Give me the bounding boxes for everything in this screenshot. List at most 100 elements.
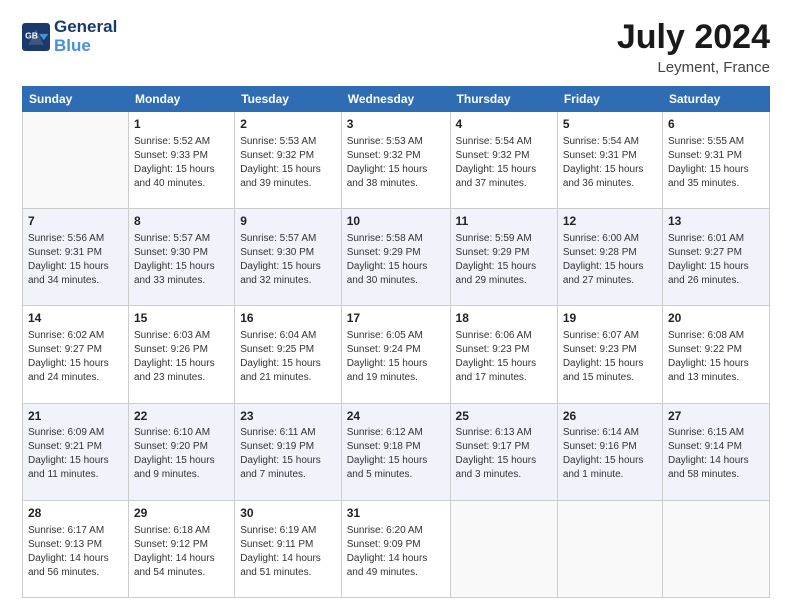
- weekday-header-tuesday: Tuesday: [235, 87, 342, 112]
- day-info: Sunrise: 5:56 AM Sunset: 9:31 PM Dayligh…: [28, 232, 123, 288]
- calendar-cell: 26Sunrise: 6:14 AM Sunset: 9:16 PM Dayli…: [557, 403, 662, 500]
- header: GB General Blue July 2024 Leyment, Franc…: [22, 18, 770, 76]
- calendar-cell: [662, 500, 769, 597]
- day-info: Sunrise: 6:06 AM Sunset: 9:23 PM Dayligh…: [456, 329, 552, 385]
- day-info: Sunrise: 6:05 AM Sunset: 9:24 PM Dayligh…: [347, 329, 445, 385]
- day-info: Sunrise: 5:52 AM Sunset: 9:33 PM Dayligh…: [134, 135, 229, 191]
- calendar-cell: 3 Sunrise: 5:53 AM Sunset: 9:32 PM Daylig…: [341, 112, 450, 209]
- day-info: Sunrise: 6:01 AM Sunset: 9:27 PM Dayligh…: [668, 232, 764, 288]
- day-number: 23: [240, 408, 336, 425]
- weekday-header-row: SundayMondayTuesdayWednesdayThursdayFrid…: [23, 87, 770, 112]
- calendar-cell: 23Sunrise: 6:11 AM Sunset: 9:19 PM Dayli…: [235, 403, 342, 500]
- day-number: 6: [668, 116, 764, 133]
- day-info: Sunrise: 5:57 AM Sunset: 9:30 PM Dayligh…: [240, 232, 336, 288]
- day-info: Sunrise: 6:07 AM Sunset: 9:23 PM Dayligh…: [563, 329, 657, 385]
- day-number: 26: [563, 408, 657, 425]
- day-number: 20: [668, 310, 764, 327]
- weekday-header-sunday: Sunday: [23, 87, 129, 112]
- calendar-cell: 31 Sunrise: 6:20 AM Sunset: 9:09 PM Dayli…: [341, 500, 450, 597]
- week-row-3: 14Sunrise: 6:02 AM Sunset: 9:27 PM Dayli…: [23, 306, 770, 403]
- calendar-cell: 20 Sunrise: 6:08 AM Sunset: 9:22 PM Dayli…: [662, 306, 769, 403]
- day-info: Sunrise: 6:19 AM Sunset: 9:11 PM Dayligh…: [240, 524, 336, 580]
- calendar-cell: 10Sunrise: 5:58 AM Sunset: 9:29 PM Dayli…: [341, 209, 450, 306]
- day-number: 24: [347, 408, 445, 425]
- day-number: 11: [456, 213, 552, 230]
- day-number: 13: [668, 213, 764, 230]
- day-number: 19: [563, 310, 657, 327]
- calendar-cell: 11 Sunrise: 5:59 AM Sunset: 9:29 PM Dayli…: [450, 209, 557, 306]
- day-info: Sunrise: 5:55 AM Sunset: 9:31 PM Dayligh…: [668, 135, 764, 191]
- logo: GB General Blue: [22, 18, 117, 55]
- calendar-cell: 2 Sunrise: 5:53 AM Sunset: 9:32 PM Daylig…: [235, 112, 342, 209]
- day-info: Sunrise: 5:53 AM Sunset: 9:32 PM Dayligh…: [347, 135, 445, 191]
- day-number: 1: [134, 116, 229, 133]
- day-number: 16: [240, 310, 336, 327]
- calendar-body: 1 Sunrise: 5:52 AM Sunset: 9:33 PM Daylig…: [23, 112, 770, 598]
- calendar-cell: 27Sunrise: 6:15 AM Sunset: 9:14 PM Dayli…: [662, 403, 769, 500]
- weekday-header-friday: Friday: [557, 87, 662, 112]
- week-row-2: 7 Sunrise: 5:56 AM Sunset: 9:31 PM Daylig…: [23, 209, 770, 306]
- day-info: Sunrise: 5:59 AM Sunset: 9:29 PM Dayligh…: [456, 232, 552, 288]
- calendar-cell: 4 Sunrise: 5:54 AM Sunset: 9:32 PM Daylig…: [450, 112, 557, 209]
- day-info: Sunrise: 6:02 AM Sunset: 9:27 PM Dayligh…: [28, 329, 123, 385]
- calendar-cell: 21Sunrise: 6:09 AM Sunset: 9:21 PM Dayli…: [23, 403, 129, 500]
- day-number: 29: [134, 505, 229, 522]
- week-row-5: 28Sunrise: 6:17 AM Sunset: 9:13 PM Dayli…: [23, 500, 770, 597]
- calendar-cell: [450, 500, 557, 597]
- day-number: 12: [563, 213, 657, 230]
- calendar-cell: 14Sunrise: 6:02 AM Sunset: 9:27 PM Dayli…: [23, 306, 129, 403]
- day-number: 7: [28, 213, 123, 230]
- day-number: 22: [134, 408, 229, 425]
- day-info: Sunrise: 5:53 AM Sunset: 9:32 PM Dayligh…: [240, 135, 336, 191]
- calendar-cell: 1 Sunrise: 5:52 AM Sunset: 9:33 PM Daylig…: [128, 112, 234, 209]
- week-row-4: 21Sunrise: 6:09 AM Sunset: 9:21 PM Dayli…: [23, 403, 770, 500]
- day-number: 31: [347, 505, 445, 522]
- day-number: 8: [134, 213, 229, 230]
- day-number: 27: [668, 408, 764, 425]
- calendar: SundayMondayTuesdayWednesdayThursdayFrid…: [22, 86, 770, 598]
- title-block: July 2024 Leyment, France: [617, 18, 770, 76]
- day-info: Sunrise: 6:15 AM Sunset: 9:14 PM Dayligh…: [668, 426, 764, 482]
- day-number: 3: [347, 116, 445, 133]
- calendar-cell: 29 Sunrise: 6:18 AM Sunset: 9:12 PM Dayli…: [128, 500, 234, 597]
- calendar-cell: 6 Sunrise: 5:55 AM Sunset: 9:31 PM Daylig…: [662, 112, 769, 209]
- day-number: 4: [456, 116, 552, 133]
- day-number: 21: [28, 408, 123, 425]
- calendar-cell: 24Sunrise: 6:12 AM Sunset: 9:18 PM Dayli…: [341, 403, 450, 500]
- day-info: Sunrise: 6:10 AM Sunset: 9:20 PM Dayligh…: [134, 426, 229, 482]
- day-info: Sunrise: 6:09 AM Sunset: 9:21 PM Dayligh…: [28, 426, 123, 482]
- calendar-cell: 18 Sunrise: 6:06 AM Sunset: 9:23 PM Dayli…: [450, 306, 557, 403]
- day-info: Sunrise: 6:17 AM Sunset: 9:13 PM Dayligh…: [28, 524, 123, 580]
- calendar-cell: 12 Sunrise: 6:00 AM Sunset: 9:28 PM Dayli…: [557, 209, 662, 306]
- day-info: Sunrise: 6:18 AM Sunset: 9:12 PM Dayligh…: [134, 524, 229, 580]
- day-number: 9: [240, 213, 336, 230]
- day-info: Sunrise: 6:11 AM Sunset: 9:19 PM Dayligh…: [240, 426, 336, 482]
- svg-text:GB: GB: [25, 30, 38, 40]
- logo-blue: Blue: [54, 37, 117, 56]
- day-info: Sunrise: 6:20 AM Sunset: 9:09 PM Dayligh…: [347, 524, 445, 580]
- calendar-cell: 15Sunrise: 6:03 AM Sunset: 9:26 PM Dayli…: [128, 306, 234, 403]
- day-number: 15: [134, 310, 229, 327]
- day-number: 25: [456, 408, 552, 425]
- day-number: 2: [240, 116, 336, 133]
- day-info: Sunrise: 5:58 AM Sunset: 9:29 PM Dayligh…: [347, 232, 445, 288]
- day-number: 18: [456, 310, 552, 327]
- calendar-cell: 5Sunrise: 5:54 AM Sunset: 9:31 PM Daylig…: [557, 112, 662, 209]
- calendar-cell: 22Sunrise: 6:10 AM Sunset: 9:20 PM Dayli…: [128, 403, 234, 500]
- calendar-cell: 16Sunrise: 6:04 AM Sunset: 9:25 PM Dayli…: [235, 306, 342, 403]
- calendar-cell: [23, 112, 129, 209]
- calendar-cell: 25Sunrise: 6:13 AM Sunset: 9:17 PM Dayli…: [450, 403, 557, 500]
- day-info: Sunrise: 6:12 AM Sunset: 9:18 PM Dayligh…: [347, 426, 445, 482]
- day-info: Sunrise: 6:08 AM Sunset: 9:22 PM Dayligh…: [668, 329, 764, 385]
- day-info: Sunrise: 6:14 AM Sunset: 9:16 PM Dayligh…: [563, 426, 657, 482]
- calendar-cell: 19 Sunrise: 6:07 AM Sunset: 9:23 PM Dayli…: [557, 306, 662, 403]
- day-info: Sunrise: 6:00 AM Sunset: 9:28 PM Dayligh…: [563, 232, 657, 288]
- calendar-cell: 28Sunrise: 6:17 AM Sunset: 9:13 PM Dayli…: [23, 500, 129, 597]
- calendar-cell: 17Sunrise: 6:05 AM Sunset: 9:24 PM Dayli…: [341, 306, 450, 403]
- calendar-cell: 9 Sunrise: 5:57 AM Sunset: 9:30 PM Daylig…: [235, 209, 342, 306]
- day-info: Sunrise: 5:54 AM Sunset: 9:32 PM Dayligh…: [456, 135, 552, 191]
- calendar-cell: 7 Sunrise: 5:56 AM Sunset: 9:31 PM Daylig…: [23, 209, 129, 306]
- day-info: Sunrise: 6:13 AM Sunset: 9:17 PM Dayligh…: [456, 426, 552, 482]
- location: Leyment, France: [617, 59, 770, 76]
- day-info: Sunrise: 5:57 AM Sunset: 9:30 PM Dayligh…: [134, 232, 229, 288]
